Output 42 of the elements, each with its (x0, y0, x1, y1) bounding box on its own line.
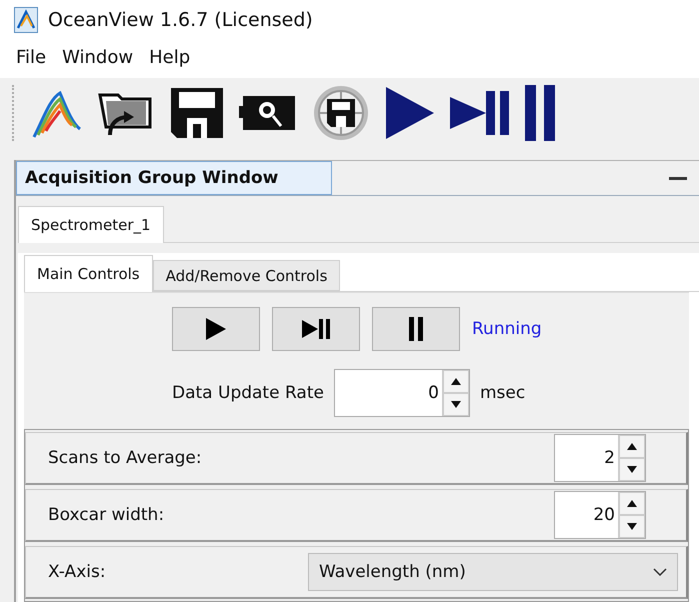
panel-title: Acquisition Group Window (16, 161, 332, 195)
tab[interactable]: Main Controls (24, 255, 153, 292)
down-arrow-icon (450, 401, 461, 408)
play-pause-icon (302, 319, 330, 339)
menu-item[interactable]: Help (149, 47, 190, 68)
pause-icon (409, 317, 423, 341)
chevron-down-icon (653, 568, 667, 576)
spinner-value: 2 (603, 448, 616, 468)
number-spinner[interactable]: 20 (554, 491, 646, 539)
setting-label: X-Axis: (48, 562, 107, 582)
unit-label: msec (480, 383, 526, 403)
field-label: Data Update Rate (172, 383, 324, 403)
down-arrow-icon (627, 466, 637, 473)
minimize-icon[interactable] (669, 176, 687, 180)
up-arrow-icon (627, 500, 637, 507)
pause-button[interactable] (372, 307, 460, 351)
number-spinner[interactable]: 0 (334, 369, 470, 417)
decrement-button[interactable] (442, 393, 469, 416)
up-arrow-icon (627, 443, 637, 450)
increment-button[interactable] (619, 435, 645, 458)
decrement-button[interactable] (619, 458, 645, 481)
number-spinner[interactable]: 2 (554, 434, 646, 482)
window-title: OceanView 1.6.7 (Licensed) (48, 8, 313, 31)
play-button[interactable] (172, 307, 260, 351)
down-arrow-icon (627, 523, 637, 530)
increment-button[interactable] (442, 370, 469, 393)
menu-item[interactable]: Window (62, 47, 134, 68)
status-text: Running (472, 319, 542, 339)
menu-item[interactable]: File (16, 47, 46, 68)
play-icon (206, 318, 226, 340)
tab[interactable]: Add/Remove Controls (152, 260, 340, 291)
dropdown[interactable]: Wavelength (nm) (308, 553, 678, 591)
decrement-button[interactable] (619, 515, 645, 538)
up-arrow-icon (450, 378, 461, 385)
setting-label: Boxcar width: (48, 505, 166, 525)
app-logo-icon (14, 6, 38, 33)
spinner-value: 0 (427, 383, 440, 403)
setting-label: Scans to Average: (48, 448, 203, 468)
step-button[interactable] (272, 307, 360, 351)
increment-button[interactable] (619, 492, 645, 515)
device-tab[interactable]: Spectrometer_1 (18, 206, 164, 243)
spinner-value: 20 (592, 505, 616, 525)
